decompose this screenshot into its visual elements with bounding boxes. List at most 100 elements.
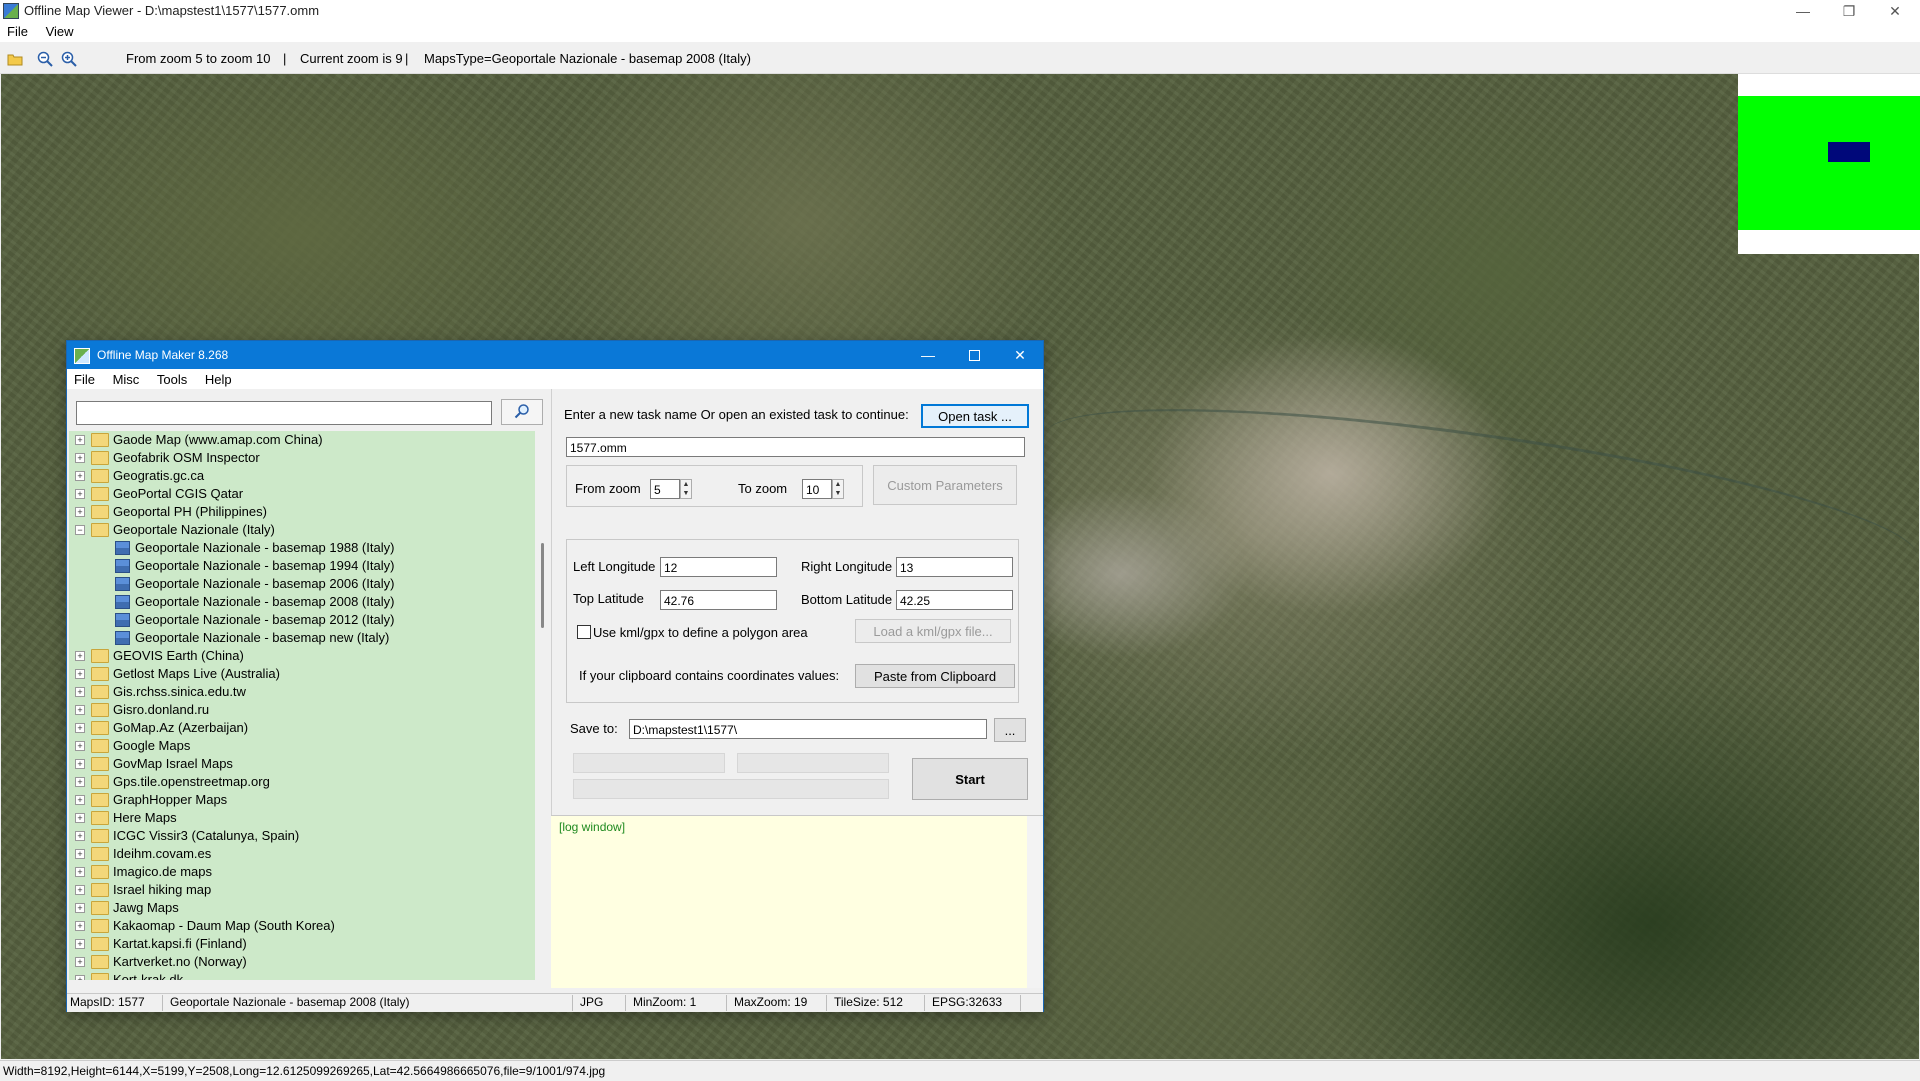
tree-expander-icon[interactable]: + — [75, 435, 85, 445]
to-zoom-spinner[interactable]: ▲ ▼ — [832, 479, 844, 499]
tree-item-label: Geoportale Nazionale (Italy) — [113, 522, 275, 537]
top-latitude-input[interactable]: 42.76 — [660, 590, 777, 610]
overview-viewport-indicator[interactable] — [1828, 142, 1870, 162]
paste-clipboard-button[interactable]: Paste from Clipboard — [855, 664, 1015, 688]
custom-parameters-button[interactable]: Custom Parameters — [873, 465, 1017, 505]
tree-item[interactable]: + Imagico.de maps — [69, 863, 535, 881]
tree-scrollbar-thumb[interactable] — [541, 543, 544, 628]
dialog-close-button[interactable]: ✕ — [997, 341, 1043, 369]
window-titlebar: Offline Map Viewer - D:\mapstest1\1577\1… — [0, 0, 1920, 22]
tree-expander-icon[interactable]: + — [75, 921, 85, 931]
start-button[interactable]: Start — [912, 758, 1028, 800]
tree-item[interactable]: + Kartverket.no (Norway) — [69, 953, 535, 971]
menu-view[interactable]: View — [39, 22, 81, 41]
from-zoom-spinner[interactable]: ▲ ▼ — [680, 479, 692, 499]
tree-expander-icon[interactable]: + — [75, 759, 85, 769]
tree-item[interactable]: Geoportale Nazionale - basemap 2012 (Ita… — [69, 611, 535, 629]
dialog-menu-file[interactable]: File — [67, 369, 102, 387]
tree-item[interactable]: Geoportale Nazionale - basemap 2006 (Ita… — [69, 575, 535, 593]
to-zoom-input[interactable]: 10 — [802, 479, 832, 499]
tree-item[interactable]: + Kort-krak.dk — [69, 971, 535, 980]
open-folder-icon[interactable] — [6, 50, 24, 68]
tree-expander-icon[interactable]: + — [75, 507, 85, 517]
tree-item[interactable]: − Geoportale Nazionale (Italy) — [69, 521, 535, 539]
tree-expander-icon[interactable]: + — [75, 813, 85, 823]
tree-expander-icon[interactable]: + — [75, 471, 85, 481]
tree-item[interactable]: + Geoportal PH (Philippines) — [69, 503, 535, 521]
tree-expander-icon[interactable]: + — [75, 741, 85, 751]
overview-minimap[interactable] — [1738, 74, 1920, 254]
tree-item[interactable]: + GraphHopper Maps — [69, 791, 535, 809]
map-source-tree[interactable]: + Gaode Map (www.amap.com China) + Geofabri… — [69, 431, 535, 980]
from-zoom-input[interactable]: 5 — [650, 479, 680, 499]
tree-expander-icon[interactable]: + — [75, 939, 85, 949]
tree-item[interactable]: + GoMap.Az (Azerbaijan) — [69, 719, 535, 737]
tree-expander-icon[interactable]: + — [75, 795, 85, 805]
tree-item[interactable]: + Israel hiking map — [69, 881, 535, 899]
tree-expander-icon[interactable]: + — [75, 453, 85, 463]
menu-file[interactable]: File — [0, 22, 35, 41]
restore-button[interactable]: ❐ — [1826, 0, 1872, 22]
tree-item[interactable]: + Gps.tile.openstreetmap.org — [69, 773, 535, 791]
tree-item[interactable]: + Kartat.kapsi.fi (Finland) — [69, 935, 535, 953]
tree-item[interactable]: Geoportale Nazionale - basemap 1988 (Ita… — [69, 539, 535, 557]
close-button[interactable]: ✕ — [1872, 0, 1918, 22]
tree-expander-icon[interactable]: + — [75, 885, 85, 895]
tree-expander-icon[interactable]: + — [75, 867, 85, 877]
tree-expander-icon[interactable]: + — [75, 489, 85, 499]
right-longitude-input[interactable]: 13 — [896, 557, 1013, 577]
tree-item-label: Kartverket.no (Norway) — [113, 954, 247, 969]
load-kml-button[interactable]: Load a kml/gpx file... — [855, 619, 1011, 643]
tree-expander-icon[interactable]: + — [75, 705, 85, 715]
tree-expander-icon[interactable]: + — [75, 975, 85, 980]
left-longitude-input[interactable]: 12 — [660, 557, 777, 577]
zoom-in-icon[interactable] — [60, 50, 78, 68]
tree-item[interactable]: + Ideihm.covam.es — [69, 845, 535, 863]
tree-item[interactable]: + GovMap Israel Maps — [69, 755, 535, 773]
browse-folder-button[interactable]: ... — [994, 718, 1026, 742]
dialog-menu-tools[interactable]: Tools — [150, 369, 194, 387]
tree-item[interactable]: + Geofabrik OSM Inspector — [69, 449, 535, 467]
dialog-menu-misc[interactable]: Misc — [106, 369, 147, 387]
tree-expander-icon[interactable]: + — [75, 669, 85, 679]
tree-expander-icon[interactable]: + — [75, 957, 85, 967]
dialog-menu-help[interactable]: Help — [198, 369, 239, 387]
zoom-out-icon[interactable] — [36, 50, 54, 68]
search-button[interactable] — [501, 399, 543, 425]
tree-expander-icon[interactable]: + — [75, 651, 85, 661]
tree-item[interactable]: + Jawg Maps — [69, 899, 535, 917]
map-source-icon — [115, 541, 130, 555]
tree-item[interactable]: + Kakaomap - Daum Map (South Korea) — [69, 917, 535, 935]
tree-expander-icon[interactable]: + — [75, 903, 85, 913]
tree-item[interactable]: + Gaode Map (www.amap.com China) — [69, 431, 535, 449]
tree-item[interactable]: + Geogratis.gc.ca — [69, 467, 535, 485]
tree-item[interactable]: + GEOVIS Earth (China) — [69, 647, 535, 665]
kml-polygon-checkbox[interactable] — [577, 625, 591, 639]
log-window[interactable]: [log window] — [551, 815, 1043, 988]
tree-item[interactable]: + Google Maps — [69, 737, 535, 755]
task-name-input[interactable]: 1577.omm — [566, 437, 1025, 457]
tree-item[interactable]: + Gisro.donland.ru — [69, 701, 535, 719]
tree-expander-icon[interactable]: + — [75, 849, 85, 859]
tree-expander-icon[interactable]: + — [75, 777, 85, 787]
dialog-minimize-button[interactable]: — — [905, 341, 951, 369]
tree-expander-icon[interactable]: − — [75, 525, 85, 535]
save-path-input[interactable]: D:\mapstest1\1577\ — [629, 719, 987, 739]
tree-expander-icon[interactable]: + — [75, 723, 85, 733]
tree-item[interactable]: Geoportale Nazionale - basemap 1994 (Ita… — [69, 557, 535, 575]
tree-expander-icon[interactable]: + — [75, 687, 85, 697]
bottom-latitude-input[interactable]: 42.25 — [896, 590, 1013, 610]
open-task-button[interactable]: Open task ... — [921, 404, 1029, 428]
dialog-maximize-button[interactable] — [951, 341, 997, 369]
tree-item[interactable]: + Gis.rchss.sinica.edu.tw — [69, 683, 535, 701]
minimize-button[interactable]: — — [1780, 0, 1826, 22]
tree-item[interactable]: Geoportale Nazionale - basemap new (Ital… — [69, 629, 535, 647]
tree-item[interactable]: + Here Maps — [69, 809, 535, 827]
tree-item[interactable]: Geoportale Nazionale - basemap 2008 (Ita… — [69, 593, 535, 611]
tree-expander-icon[interactable]: + — [75, 831, 85, 841]
tree-item[interactable]: + Getlost Maps Live (Australia) — [69, 665, 535, 683]
tree-item[interactable]: + GeoPortal CGIS Qatar — [69, 485, 535, 503]
map-search-input[interactable] — [76, 401, 492, 425]
log-scrollbar[interactable] — [1027, 816, 1043, 988]
tree-item[interactable]: + ICGC Vissir3 (Catalunya, Spain) — [69, 827, 535, 845]
